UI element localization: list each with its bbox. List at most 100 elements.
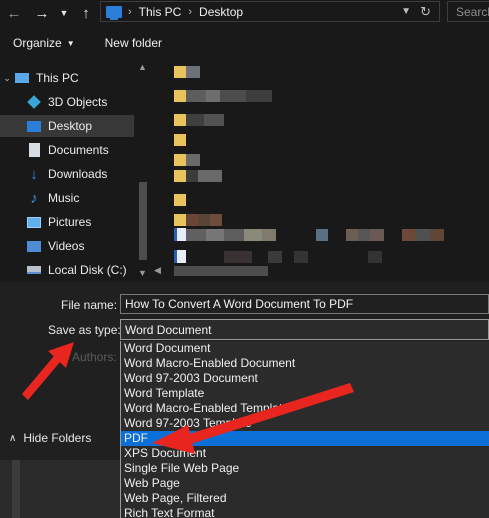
- word-document-icon: [174, 250, 186, 263]
- sidebar-item-label: This PC: [36, 71, 79, 85]
- sidebar-item-local-disk[interactable]: Local Disk (C:): [0, 259, 134, 281]
- folder-icon: [174, 194, 186, 206]
- option-word-template[interactable]: Word Template: [121, 386, 489, 401]
- folder-icon: [174, 154, 186, 166]
- sidebar-item-documents[interactable]: Documents: [0, 139, 134, 161]
- scrollbar-thumb[interactable]: [139, 182, 147, 260]
- sidebar-item-label: Downloads: [48, 167, 108, 181]
- folder-icon: [174, 66, 186, 78]
- nav-pane-scrollbar[interactable]: ▲ ▼: [136, 62, 150, 282]
- word-document-icon: [174, 228, 186, 241]
- hide-folders-button[interactable]: ∧ Hide Folders: [9, 431, 91, 445]
- sidebar-item-this-pc[interactable]: ⌄ This PC: [0, 67, 134, 89]
- organize-button[interactable]: Organize ▼: [13, 36, 75, 50]
- sidebar-item-label: Pictures: [48, 215, 92, 229]
- sidebar-item-label: Music: [48, 191, 80, 205]
- sidebar-item-label: Videos: [48, 239, 85, 253]
- file-list: [150, 58, 489, 282]
- music-note-icon: ♪: [30, 189, 38, 207]
- authors-label: Authors:: [72, 350, 117, 364]
- breadcrumb[interactable]: › This PC › Desktop ▼ ↻: [100, 1, 440, 22]
- arrow-right-icon: →: [34, 4, 50, 22]
- sidebar-item-pictures[interactable]: Pictures: [0, 211, 134, 233]
- option-single-file-web-page[interactable]: Single File Web Page: [121, 461, 489, 476]
- option-rich-text-format[interactable]: Rich Text Format: [121, 506, 489, 518]
- option-word-macro-enabled-template[interactable]: Word Macro-Enabled Template: [121, 401, 489, 416]
- computer-icon: [14, 71, 30, 85]
- list-item[interactable]: [174, 194, 186, 208]
- folder-icon: [174, 170, 186, 182]
- sidebar-item-music[interactable]: ♪ Music: [0, 187, 134, 209]
- hide-folders-label: Hide Folders: [23, 431, 92, 445]
- list-item[interactable]: [174, 228, 444, 242]
- scrollbar-thumb[interactable]: [174, 266, 268, 276]
- save-as-type-dropdown-list[interactable]: Word Document Word Macro-Enabled Documen…: [120, 341, 489, 518]
- forward-button[interactable]: →: [32, 3, 52, 23]
- divider: [12, 460, 20, 518]
- file-list-horizontal-scrollbar[interactable]: ◀: [154, 263, 489, 279]
- desktop-icon: [26, 119, 42, 133]
- option-web-page[interactable]: Web Page: [121, 476, 489, 491]
- list-item[interactable]: [174, 134, 186, 148]
- document-icon: [26, 143, 42, 157]
- sidebar-item-label: Local Disk (C:): [48, 263, 127, 277]
- sidebar-item-downloads[interactable]: ↓ Downloads: [0, 163, 134, 185]
- chevron-down-icon: ▼: [66, 39, 75, 48]
- scroll-left-icon[interactable]: ◀: [154, 265, 161, 276]
- refresh-icon[interactable]: ↻: [420, 4, 431, 20]
- history-dropdown-icon[interactable]: ▼: [401, 6, 411, 17]
- new-folder-button[interactable]: New folder: [105, 36, 162, 50]
- option-web-page-filtered[interactable]: Web Page, Filtered: [121, 491, 489, 506]
- list-item[interactable]: [174, 90, 272, 104]
- command-bar: Organize ▼ New folder: [0, 28, 489, 58]
- cube-icon: [26, 95, 42, 109]
- list-item[interactable]: [174, 170, 222, 184]
- address-bar: ← → ▼ ↑ › This PC › Desktop ▼ ↻ Search: [0, 0, 489, 26]
- list-item[interactable]: [174, 250, 382, 264]
- chevron-right-icon: ›: [188, 5, 193, 18]
- option-word-document[interactable]: Word Document: [121, 341, 489, 356]
- search-input[interactable]: Search: [447, 1, 489, 22]
- navigation-pane: ⌄ This PC 3D Objects Desktop Documents ↓…: [0, 62, 150, 282]
- sidebar-item-desktop[interactable]: Desktop: [0, 115, 134, 137]
- file-name-input[interactable]: How To Convert A Word Document To PDF: [120, 294, 489, 314]
- video-icon: [26, 239, 42, 253]
- breadcrumb-this-pc[interactable]: This PC: [139, 5, 182, 19]
- list-item[interactable]: [174, 214, 222, 228]
- scroll-up-icon[interactable]: ▲: [138, 62, 147, 72]
- dialog-footer: [0, 460, 120, 518]
- sidebar-item-label: Desktop: [48, 119, 93, 133]
- option-word-macro-enabled-document[interactable]: Word Macro-Enabled Document: [121, 356, 489, 371]
- save-as-type-select[interactable]: Word Document: [120, 319, 489, 340]
- option-xps-document[interactable]: XPS Document: [121, 446, 489, 461]
- folder-icon: [174, 90, 186, 102]
- arrow-up-icon: ↑: [82, 4, 90, 22]
- chevron-down-icon[interactable]: ⌄: [0, 73, 14, 84]
- folder-icon: [174, 114, 186, 126]
- list-item[interactable]: [174, 66, 200, 80]
- folder-icon: [174, 134, 186, 146]
- sidebar-item-videos[interactable]: Videos: [0, 235, 134, 257]
- recent-locations-button[interactable]: ▼: [54, 3, 74, 23]
- option-pdf[interactable]: PDF: [121, 431, 489, 446]
- folder-icon: [174, 214, 186, 226]
- up-button[interactable]: ↑: [76, 3, 96, 23]
- option-word-97-2003-template[interactable]: Word 97-2003 Template: [121, 416, 489, 431]
- sidebar-item-3d-objects[interactable]: 3D Objects: [0, 91, 134, 113]
- breadcrumb-desktop[interactable]: Desktop: [199, 5, 243, 19]
- arrow-left-icon: ←: [6, 4, 22, 22]
- organize-label: Organize: [13, 36, 62, 50]
- sidebar-item-label: 3D Objects: [48, 95, 108, 109]
- list-item[interactable]: [174, 154, 200, 168]
- scroll-down-icon[interactable]: ▼: [138, 268, 147, 278]
- picture-icon: [26, 215, 42, 229]
- option-word-97-2003-document[interactable]: Word 97-2003 Document: [121, 371, 489, 386]
- chevron-down-icon: ▼: [59, 8, 69, 18]
- list-item[interactable]: [174, 114, 224, 128]
- computer-icon: [106, 5, 122, 20]
- chevron-right-icon: ›: [128, 5, 132, 18]
- back-button[interactable]: ←: [4, 3, 24, 23]
- sidebar-item-label: Documents: [48, 143, 109, 157]
- save-as-type-label: Save as type:: [48, 323, 121, 337]
- drive-icon: [26, 263, 42, 277]
